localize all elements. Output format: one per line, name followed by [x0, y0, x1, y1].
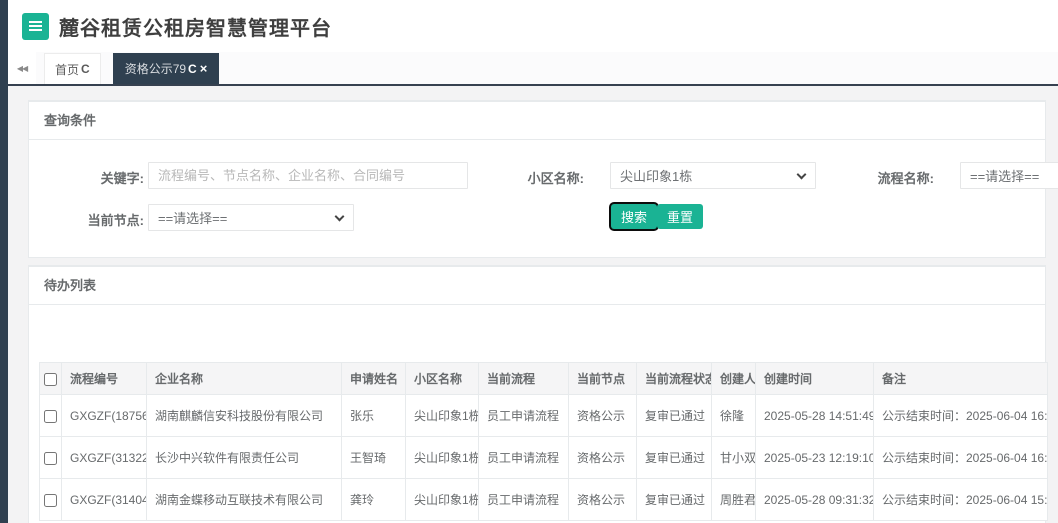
table-cell: 龚玲 [341, 478, 406, 521]
todo-table-body: GXGZF(18756) 湖南麒麟信安科技股份有限公司 张乐 尖山印象1栋 员工申请流程… [39, 394, 1048, 521]
table-cell: GXGZF(31322) [61, 436, 147, 479]
table-cell: 长沙中兴软件有限责任公司 [146, 436, 342, 479]
query-panel: 查询条件 关键字: 小区名称: 尖山印象1栋 流程名称: ==请选择== 当前节… [28, 100, 1058, 258]
reset-button[interactable]: 重置 [657, 204, 704, 229]
table-cell: 资格公示 [568, 436, 637, 479]
table-cell: 尖山印象1栋 [405, 394, 479, 437]
table-cell: 2025-05-28 09:31:32 [755, 478, 874, 521]
column-header: 备注 [873, 362, 1048, 395]
table-cell: 湖南麒麟信安科技股份有限公司 [146, 394, 342, 437]
table-row: GXGZF(31322) 长沙中兴软件有限责任公司 王智琦 尖山印象1栋 员工申请流程资… [39, 436, 1048, 479]
app-title: 麓谷租赁公租房智慧管理平台 [59, 17, 332, 40]
keyword-label: 关键字: [100, 171, 144, 186]
table-cell: 复审已通过 [636, 478, 712, 521]
table-cell: 尖山印象1栋 [405, 436, 479, 479]
close-icon[interactable]: × [200, 62, 208, 75]
query-panel-title: 查询条件 [29, 102, 1045, 140]
table-cell: 周胜君 [711, 478, 756, 521]
table-cell: 复审已通过 [636, 436, 712, 479]
table-cell: 王智琦 [341, 436, 406, 479]
chevron-down-icon [796, 169, 807, 180]
refresh-icon[interactable]: C [81, 62, 90, 76]
column-header: 创建人 [711, 362, 756, 395]
table-cell: 2025-05-23 12:19:10 [755, 436, 874, 479]
app-header: 麓谷租赁公租房智慧管理平台 [8, 0, 1058, 52]
table-cell: 资格公示 [568, 478, 637, 521]
column-header: 当前流程状态 [636, 362, 712, 395]
table-cell: 复审已通过 [636, 394, 712, 437]
table-row: GXGZF(31404) 湖南金蝶移动互联技术有限公司 龚玲 尖山印象1栋 员工申请流程… [39, 478, 1048, 521]
table-cell: 员工申请流程 [478, 478, 569, 521]
todo-panel-title: 待办列表 [29, 267, 1045, 305]
table-cell: 员工申请流程 [478, 436, 569, 479]
hamburger-icon [29, 21, 42, 31]
row-checkbox[interactable] [44, 451, 57, 465]
column-header: 申请姓名 [341, 362, 406, 395]
table-cell: 甘小双 [711, 436, 756, 479]
table-cell: 资格公示 [568, 394, 637, 437]
community-label: 小区名称: [527, 171, 584, 186]
search-button[interactable]: 搜索 [611, 204, 658, 229]
table-cell: 张乐 [341, 394, 406, 437]
tabs-collapse-button[interactable]: ◀◀ [8, 52, 36, 84]
table-cell: 尖山印象1栋 [405, 478, 479, 521]
table-cell: 公示结束时间：2025-06-04 15:23:39 [873, 478, 1048, 521]
row-checkbox[interactable] [44, 493, 57, 507]
current-node-label: 当前节点: [87, 213, 144, 228]
table-row: GXGZF(18756) 湖南麒麟信安科技股份有限公司 张乐 尖山印象1栋 员工申请流程… [39, 394, 1048, 437]
select-all-checkbox[interactable] [44, 372, 57, 386]
todo-panel: 待办列表 流程编号 企业名称 申请姓名 小区名称 当前流程 当前节点 当前流程状态 创建人 创建… [28, 265, 1048, 523]
current-node-select[interactable]: ==请选择== [148, 204, 354, 231]
tab-label: 首页 [55, 62, 80, 77]
community-select[interactable]: 尖山印象1栋 [610, 162, 816, 189]
row-checkbox-cell [39, 436, 62, 479]
double-left-arrow-icon: ◀◀ [16, 63, 28, 73]
chevron-down-icon [334, 211, 345, 222]
menu-toggle-button[interactable] [22, 12, 49, 40]
row-checkbox[interactable] [44, 409, 57, 423]
column-header: 创建时间 [755, 362, 874, 395]
table-cell: 2025-05-28 14:51:49 [755, 394, 874, 437]
table-header-row: 流程编号 企业名称 申请姓名 小区名称 当前流程 当前节点 当前流程状态 创建人 创建时间 备注 [39, 362, 1048, 395]
column-header: 小区名称 [405, 362, 479, 395]
process-label: 流程名称: [877, 171, 934, 186]
main-content: 查询条件 关键字: 小区名称: 尖山印象1栋 流程名称: ==请选择== 当前节… [8, 86, 1058, 523]
row-checkbox-cell [39, 478, 62, 521]
column-header: 流程编号 [61, 362, 147, 395]
table-cell: 徐隆 [711, 394, 756, 437]
refresh-icon[interactable]: C [188, 62, 197, 76]
column-header: 当前节点 [568, 362, 637, 395]
keyword-input[interactable] [148, 162, 468, 189]
row-checkbox-cell [39, 394, 62, 437]
process-select[interactable]: ==请选择== [960, 162, 1058, 189]
header-checkbox-cell [39, 362, 62, 395]
todo-table: 流程编号 企业名称 申请姓名 小区名称 当前流程 当前节点 当前流程状态 创建人 创建时间 备注 … [39, 362, 1048, 521]
column-header: 企业名称 [146, 362, 342, 395]
current-node-select-value: ==请选择== [158, 211, 228, 226]
table-cell: 员工申请流程 [478, 394, 569, 437]
tab-home[interactable]: 首页 C [44, 53, 101, 84]
tab-label: 资格公示79 [124, 62, 187, 76]
table-cell: 公示结束时间：2025-06-04 16:42:57 [873, 394, 1048, 437]
process-select-value: ==请选择== [970, 169, 1040, 184]
table-cell: 湖南金蝶移动互联技术有限公司 [146, 478, 342, 521]
table-cell: 公示结束时间：2025-06-04 16:42:51 [873, 436, 1048, 479]
collapsed-sidebar[interactable] [0, 0, 8, 523]
community-select-value: 尖山印象1栋 [620, 169, 693, 184]
table-cell: GXGZF(31404) [61, 478, 147, 521]
tab-qualification-publicity[interactable]: 资格公示79 C × [112, 53, 220, 84]
table-cell: GXGZF(18756) [61, 394, 147, 437]
tab-bar: ◀◀ 首页 C 资格公示79 C × [8, 52, 1058, 86]
column-header: 当前流程 [478, 362, 569, 395]
